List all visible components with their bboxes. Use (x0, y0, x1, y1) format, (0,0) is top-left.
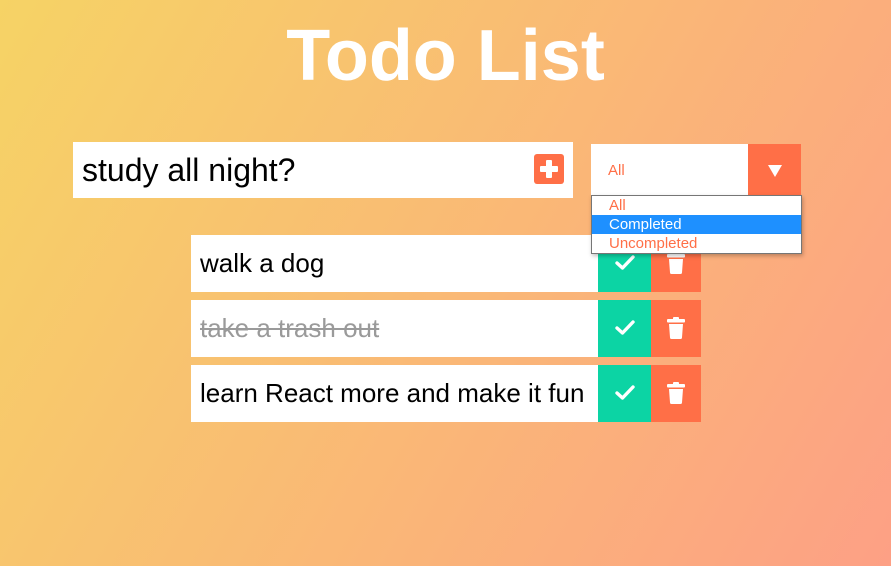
todo-text: walk a dog (200, 248, 325, 278)
todo-input-container (73, 142, 573, 198)
filter-option-all[interactable]: All (592, 196, 801, 215)
check-icon (615, 385, 635, 400)
trash-icon (667, 252, 685, 274)
todo-item: learn React more and make it fun (191, 365, 701, 422)
app-title: Todo List (286, 16, 605, 96)
filter-dropdown-button[interactable] (748, 144, 801, 196)
triangle-down-icon (768, 165, 782, 177)
todo-text: learn React more and make it fun (200, 378, 585, 408)
delete-button[interactable] (651, 365, 701, 422)
filter-option-completed[interactable]: Completed (592, 215, 801, 234)
trash-icon (667, 317, 685, 339)
todo-text: take a trash out (200, 313, 380, 343)
filter-dropdown-menu: All Completed Uncompleted (591, 195, 802, 254)
todo-input[interactable] (73, 142, 523, 198)
trash-icon (667, 382, 685, 404)
filter-select[interactable]: All (591, 144, 801, 196)
filter-option-uncompleted[interactable]: Uncompleted (592, 234, 801, 253)
check-icon (615, 320, 635, 335)
check-icon (615, 255, 635, 270)
complete-button[interactable] (598, 365, 651, 422)
delete-button[interactable] (651, 300, 701, 357)
complete-button[interactable] (598, 300, 651, 357)
filter-selected-value: All (608, 162, 625, 179)
todo-item: take a trash out (191, 300, 701, 357)
todo-list: walk a dog take a trash out learn React … (191, 235, 701, 430)
add-todo-button[interactable] (534, 154, 564, 184)
